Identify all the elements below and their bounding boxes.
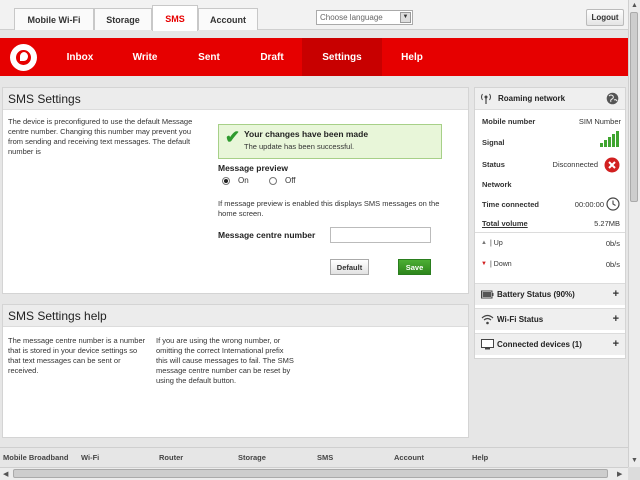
wifi-status-label: Wi-Fi Status [497, 315, 544, 324]
logout-button[interactable]: Logout [586, 9, 624, 26]
battery-status-label: Battery Status (90%) [497, 290, 575, 299]
up-label: | Up [490, 240, 503, 247]
globe-icon[interactable] [606, 92, 619, 105]
preview-note: If message preview is enabled this displ… [218, 199, 440, 218]
preview-off-radio[interactable] [269, 177, 277, 185]
scroll-down-icon[interactable]: ▼ [631, 457, 638, 464]
connected-devices-accordion[interactable]: Connected devices (1) + [475, 333, 625, 355]
scroll-left-icon[interactable]: ◀ [3, 470, 8, 478]
scroll-right-icon[interactable]: ▶ [617, 470, 622, 478]
signal-label: Signal [482, 138, 505, 147]
mobile-number-label: Mobile number [482, 117, 536, 126]
expand-plus-icon[interactable]: + [613, 313, 619, 325]
network-label: Network [482, 180, 512, 189]
chevron-down-icon[interactable]: ▼ [400, 12, 411, 23]
sms-settings-description: The device is preconfigured to use the d… [8, 117, 193, 156]
down-arrow-icon: ▼ [481, 261, 487, 267]
expand-plus-icon[interactable]: + [613, 288, 619, 300]
scroll-up-icon[interactable]: ▲ [631, 2, 638, 9]
down-value: 0b/s [605, 260, 620, 269]
language-select[interactable]: Choose language ▼ [316, 10, 413, 25]
signal-bars-icon [600, 131, 619, 147]
battery-status-accordion[interactable]: Battery Status (90%) + [475, 283, 625, 305]
footer-mobile-broadband[interactable]: Mobile Broadband [3, 453, 68, 462]
horizontal-scroll-thumb[interactable] [13, 469, 608, 478]
footer-router[interactable]: Router [159, 453, 183, 462]
vertical-scroll-thumb[interactable] [630, 12, 638, 202]
checkmark-icon: ✔ [225, 127, 241, 147]
help-text-col1: The message centre number is a number th… [8, 336, 146, 375]
tab-storage[interactable]: Storage [94, 8, 152, 30]
nav-help[interactable]: Help [384, 38, 440, 76]
nav-inbox[interactable]: Inbox [52, 38, 108, 76]
language-select-value: Choose language [320, 13, 383, 22]
footer-sms[interactable]: SMS [317, 453, 333, 462]
tab-mobile-wifi[interactable]: Mobile Wi-Fi [14, 8, 94, 30]
antenna-icon [481, 93, 491, 104]
nav-settings[interactable]: Settings [302, 38, 382, 76]
clock-icon [606, 197, 620, 211]
time-connected-value: 00:00:00 [574, 200, 604, 209]
nav-sent[interactable]: Sent [180, 38, 238, 76]
success-title: Your changes have been made [244, 129, 369, 139]
nav-write[interactable]: Write [114, 38, 176, 76]
vodafone-logo[interactable] [10, 44, 37, 71]
footer-account[interactable]: Account [394, 453, 424, 462]
preview-on-label[interactable]: On [238, 176, 249, 185]
success-text: The update has been successful. [244, 142, 355, 151]
total-volume-value: 5.27MB [594, 219, 620, 228]
down-label: | Down [490, 261, 512, 268]
panel-title: SMS Settings [3, 88, 468, 110]
up-label-text: Up [493, 240, 503, 247]
logo-speechmark [20, 52, 28, 61]
battery-icon [481, 290, 494, 299]
roaming-network-header: Roaming network [475, 88, 625, 110]
wifi-icon [481, 314, 494, 325]
wifi-status-accordion[interactable]: Wi-Fi Status + [475, 308, 625, 330]
scrollbar-corner [628, 467, 640, 480]
status-value: Disconnected [552, 160, 598, 169]
footer-storage[interactable]: Storage [238, 453, 266, 462]
down-label-text: Down [493, 261, 512, 268]
monitor-icon [481, 339, 494, 350]
tab-account[interactable]: Account [198, 8, 258, 30]
status-label: Status [482, 160, 505, 169]
up-arrow-icon: ▲ [481, 240, 487, 246]
centre-number-input[interactable] [330, 227, 431, 243]
tab-sms[interactable]: SMS [152, 5, 198, 31]
expand-plus-icon[interactable]: + [613, 338, 619, 350]
default-button[interactable]: Default [330, 259, 369, 275]
disconnected-icon[interactable] [604, 157, 620, 173]
preview-off-label[interactable]: Off [285, 176, 296, 185]
total-volume-link[interactable]: Total volume [482, 219, 528, 228]
message-preview-label: Message preview [218, 163, 288, 173]
footer-wifi[interactable]: Wi-Fi [81, 453, 99, 462]
save-button[interactable]: Save [398, 259, 431, 275]
success-message: ✔ Your changes have been made The update… [218, 124, 442, 159]
centre-number-label: Message centre number [218, 230, 316, 240]
footer-help[interactable]: Help [472, 453, 488, 462]
preview-on-radio[interactable] [222, 177, 230, 185]
sidebar-divider [475, 232, 625, 233]
network-title: Roaming network [498, 94, 566, 103]
nav-draft[interactable]: Draft [244, 38, 300, 76]
mobile-number-value: SIM Number [578, 117, 621, 126]
connected-devices-label: Connected devices (1) [497, 340, 582, 349]
time-connected-label: Time connected [482, 200, 539, 209]
help-text-col2: If you are using the wrong number, or om… [156, 336, 294, 385]
up-value: 0b/s [605, 239, 620, 248]
help-panel-title: SMS Settings help [3, 305, 468, 327]
